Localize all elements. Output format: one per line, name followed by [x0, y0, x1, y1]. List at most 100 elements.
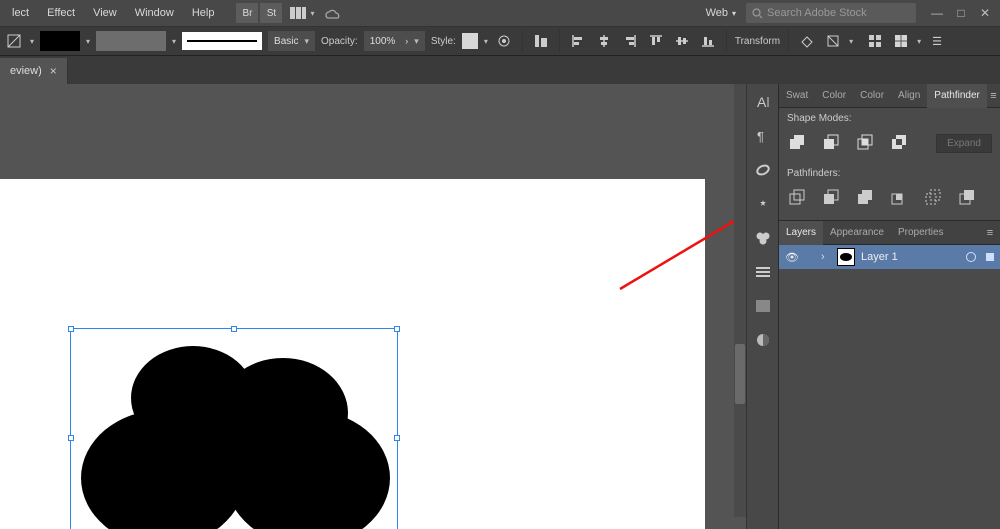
arrange-documents-dropdown[interactable]: ▾ [284, 7, 320, 19]
shape-modes-label: Shape Modes: [779, 108, 1000, 129]
expand-button: Expand [936, 134, 992, 153]
tab-swatches[interactable]: Swat [779, 84, 815, 108]
bridge-button[interactable]: Br [236, 3, 258, 23]
stroke-preview[interactable] [182, 32, 262, 50]
handle-tm[interactable] [231, 326, 237, 332]
maximize-button[interactable]: □ [950, 5, 972, 21]
sync-icon[interactable] [322, 3, 342, 23]
tab-color[interactable]: Color [815, 84, 853, 108]
align-top-icon[interactable] [646, 31, 666, 51]
menu-view[interactable]: View [85, 3, 125, 23]
pathfinder-trim-button[interactable] [821, 188, 841, 208]
svg-text:A: A [757, 94, 767, 110]
canvas-area[interactable] [0, 84, 746, 529]
menu-select[interactable]: lect [4, 3, 37, 23]
stock-button[interactable]: St [260, 3, 282, 23]
workspace-label: Web [706, 7, 728, 19]
gradient-panel-icon[interactable] [751, 294, 775, 318]
chevron-down-icon: ▾ [86, 37, 90, 46]
chevron-down-icon: ▾ [310, 9, 314, 18]
layer-name[interactable]: Layer 1 [861, 251, 898, 263]
close-window-button[interactable]: ✕ [974, 5, 996, 21]
selection-indicator [986, 253, 994, 261]
disclosure-icon[interactable]: › [821, 251, 831, 263]
align-left-icon[interactable] [568, 31, 588, 51]
shape-builder-icon[interactable] [797, 31, 817, 51]
document-tab-title: eview) [10, 65, 42, 77]
tab-properties[interactable]: Properties [891, 221, 951, 245]
fill-swatch[interactable] [40, 31, 80, 51]
vertical-scrollbar[interactable] [734, 84, 746, 517]
target-icon[interactable] [966, 252, 976, 262]
pathfinder-exclude-button[interactable] [889, 133, 909, 153]
chevron-down-icon: ▾ [917, 37, 921, 46]
tab-layers[interactable]: Layers [779, 221, 823, 245]
layer-thumbnail [837, 248, 855, 266]
layer-row[interactable]: 👁 › Layer 1 [779, 245, 1000, 269]
minimize-button[interactable]: ― [926, 5, 948, 21]
symbols-panel-icon[interactable] [751, 192, 775, 216]
brush-preset-dropdown[interactable]: Basic [268, 31, 315, 51]
isolate-icon[interactable] [823, 31, 843, 51]
selection-bounding-box[interactable] [70, 328, 398, 529]
pathfinder-minus-back-button[interactable] [957, 188, 977, 208]
opacity-dropdown[interactable]: 100%› [364, 31, 425, 51]
search-icon [752, 8, 763, 19]
menu-effect[interactable]: Effect [39, 3, 83, 23]
pathfinder-merge-button[interactable] [855, 188, 875, 208]
tab-appearance[interactable]: Appearance [823, 221, 891, 245]
align-icon[interactable] [531, 31, 551, 51]
pathfinder-unite-button[interactable] [787, 133, 807, 153]
pathfinder-intersect-button[interactable] [855, 133, 875, 153]
handle-tl[interactable] [68, 326, 74, 332]
no-selection-icon[interactable] [4, 31, 24, 51]
grid-icon[interactable] [865, 31, 885, 51]
pathfinder-divide-button[interactable] [787, 188, 807, 208]
pathfinder-outline-button[interactable] [923, 188, 943, 208]
stroke-swatch[interactable] [96, 31, 166, 51]
menu-window[interactable]: Window [127, 3, 182, 23]
brush-panel-icon[interactable] [751, 158, 775, 182]
align-hcenter-icon[interactable] [594, 31, 614, 51]
stroke-panel-icon[interactable] [751, 260, 775, 284]
chevron-down-icon: ▾ [732, 9, 736, 18]
search-input[interactable]: Search Adobe Stock [746, 3, 916, 23]
panel-menu-icon[interactable]: ≡ [980, 227, 1000, 239]
chevron-down-icon: ▾ [484, 37, 488, 46]
handle-tr[interactable] [394, 326, 400, 332]
tab-color-guide[interactable]: Color [853, 84, 891, 108]
style-swatch[interactable] [462, 33, 478, 49]
document-tab[interactable]: eview) × [0, 58, 68, 84]
type-panel-icon[interactable]: A [751, 90, 775, 114]
document-setup-icon[interactable] [494, 31, 514, 51]
handle-mr[interactable] [394, 435, 400, 441]
pathfinder-crop-button[interactable] [889, 188, 909, 208]
visibility-icon[interactable]: 👁 [785, 251, 799, 264]
svg-text:¶: ¶ [757, 129, 764, 144]
transform-label[interactable]: Transform [735, 36, 780, 47]
transparency-panel-icon[interactable] [751, 328, 775, 352]
search-placeholder: Search Adobe Stock [767, 7, 867, 19]
chevron-down-icon: ▾ [849, 37, 853, 46]
scroll-thumb[interactable] [735, 344, 745, 404]
panel-menu-icon[interactable]: ☰ [927, 31, 947, 51]
pathfinder-minus-front-button[interactable] [821, 133, 841, 153]
pathfinders-label: Pathfinders: [779, 163, 1000, 184]
align-vcenter-icon[interactable] [672, 31, 692, 51]
align-right-icon[interactable] [620, 31, 640, 51]
handle-ml[interactable] [68, 435, 74, 441]
paragraph-panel-icon[interactable]: ¶ [751, 124, 775, 148]
swatches-panel-icon[interactable] [751, 226, 775, 250]
menu-help[interactable]: Help [184, 3, 223, 23]
chevron-down-icon: ▾ [172, 37, 176, 46]
tab-align[interactable]: Align [891, 84, 927, 108]
snap-icon[interactable] [891, 31, 911, 51]
workspace-switcher[interactable]: Web ▾ [698, 3, 744, 23]
close-tab-icon[interactable]: × [50, 64, 57, 78]
arrange-icon [290, 7, 306, 19]
tab-pathfinder[interactable]: Pathfinder [927, 84, 987, 108]
style-label: Style: [431, 36, 456, 47]
chevron-down-icon: ▾ [30, 37, 34, 46]
align-bottom-icon[interactable] [698, 31, 718, 51]
panel-menu-icon[interactable]: ≡ [987, 90, 1000, 102]
